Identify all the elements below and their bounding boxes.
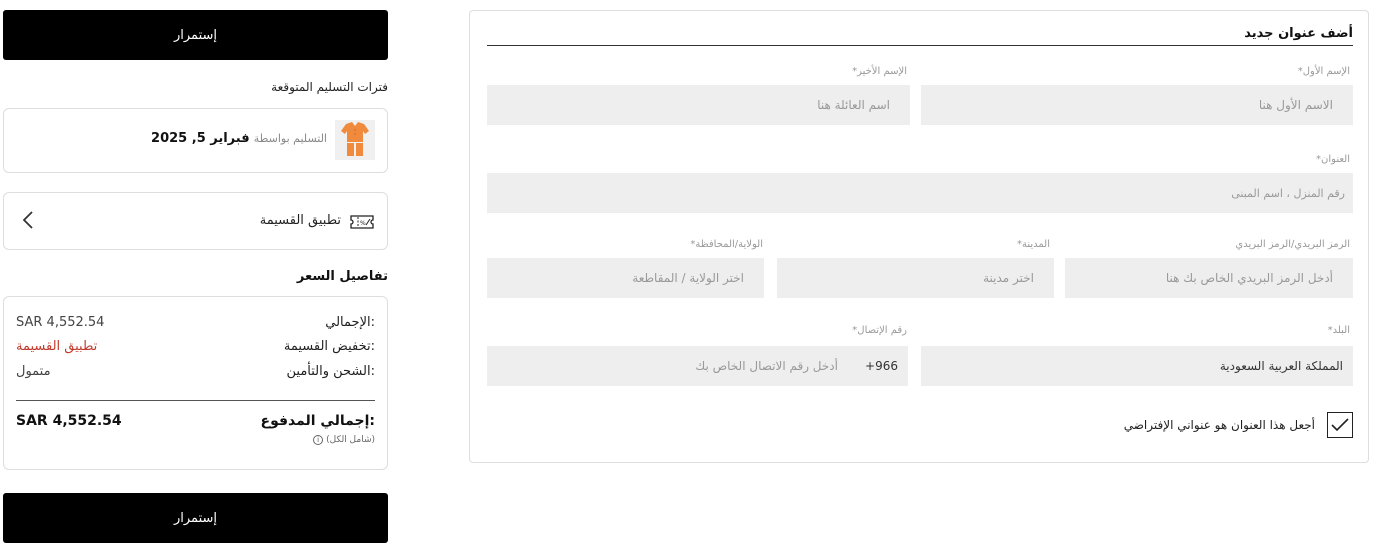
city-select[interactable]: اختر مدينة <box>777 258 1054 298</box>
delivery-card: التسليم بواسطة فبراير 5, 2025 <box>3 108 388 173</box>
default-address-checkbox[interactable] <box>1327 412 1353 438</box>
last-name-input[interactable]: اسم العائلة هنا <box>487 85 910 125</box>
city-label: *المدينة <box>1016 239 1050 250</box>
shipping-value: متمول <box>16 364 51 379</box>
first-name-label: *الإسم الأول <box>1297 66 1350 77</box>
price-details-title: تفاصيل السعر <box>296 269 388 284</box>
postal-code-label: الرمز البريدي/الرمز البريدي <box>1235 239 1350 250</box>
order-summary: إستمرار فترات التسليم المتوقعة التسليم ب… <box>3 10 388 543</box>
delivery-title: فترات التسليم المتوقعة <box>271 80 388 94</box>
apply-coupon-row[interactable]: % تطبيق القسيمة <box>3 192 388 250</box>
state-select[interactable]: اختر الولاية / المقاطعة <box>487 258 764 298</box>
shipping-label: الشحن والتأمين: <box>286 364 376 379</box>
last-name-label: *الإسم الأخير <box>852 66 907 77</box>
apply-coupon-label: تطبيق القسيمة <box>259 213 341 228</box>
continue-button-top[interactable]: إستمرار <box>3 10 388 60</box>
product-image-icon <box>341 122 369 156</box>
form-title-rule <box>487 45 1353 46</box>
continue-button-bottom[interactable]: إستمرار <box>3 493 388 543</box>
total-label: إجمالي المدفوع: <box>260 413 375 429</box>
new-address-form: أضف عنوان جديد *الإسم الأول الاسم الأول … <box>469 10 1369 463</box>
checkmark-icon <box>1331 418 1349 432</box>
delivery-prefix: التسليم بواسطة <box>253 132 327 145</box>
state-label: *الولاية/المحافظة <box>690 239 763 250</box>
phone-field[interactable]: +966 أدخل رقم الاتصال الخاص بك <box>487 346 908 386</box>
default-address-label: أجعل هذا العنوان هو عنواني الإفتراضي <box>1123 418 1315 432</box>
default-address-option[interactable]: أجعل هذا العنوان هو عنواني الإفتراضي <box>1124 412 1353 438</box>
delivery-estimate: التسليم بواسطة فبراير 5, 2025 <box>151 131 327 146</box>
subtotal-label: الإجمالي: <box>325 315 375 330</box>
total-row: SAR 4,552.54 إجمالي المدفوع: <box>16 413 375 429</box>
country-label: *البلد <box>1327 325 1350 336</box>
phone-label: *رقم الإتصال <box>852 325 907 336</box>
address-input[interactable]: رقم المنزل ، اسم المبنى <box>487 173 1353 213</box>
svg-text:%: % <box>360 220 366 227</box>
total-note-text: (شامل الكل) <box>326 435 375 445</box>
chevron-left-icon <box>22 210 34 235</box>
coupon-discount-label: تخفيض القسيمة: <box>283 339 375 354</box>
first-name-input[interactable]: الاسم الأول هنا <box>921 85 1353 125</box>
coupon-discount-row: تطبيق القسيمة تخفيض القسيمة: <box>16 339 375 354</box>
phone-input[interactable]: أدخل رقم الاتصال الخاص بك <box>695 359 838 373</box>
country-select[interactable]: المملكة العربية السعودية <box>921 346 1353 386</box>
info-icon[interactable]: i <box>313 435 324 445</box>
shipping-row: متمول الشحن والتأمين: <box>16 364 375 379</box>
price-details-card: SAR 4,552.54 الإجمالي: تطبيق القسيمة تخف… <box>3 296 388 470</box>
total-value: SAR 4,552.54 <box>16 413 122 429</box>
product-thumbnail <box>335 120 375 160</box>
delivery-date: فبراير 5, 2025 <box>151 131 250 146</box>
subtotal-row: SAR 4,552.54 الإجمالي: <box>16 315 375 330</box>
subtotal-value: SAR 4,552.54 <box>16 315 105 330</box>
address-label: *العنوان <box>1316 154 1350 165</box>
postal-code-input[interactable]: أدخل الرمز البريدي الخاص بك هنا <box>1065 258 1353 298</box>
price-divider <box>16 400 375 401</box>
apply-coupon-link[interactable]: تطبيق القسيمة <box>16 339 97 354</box>
form-title: أضف عنوان جديد <box>1244 26 1353 41</box>
total-note: i (شامل الكل) <box>313 435 375 445</box>
coupon-icon: % <box>349 212 375 236</box>
phone-country-code[interactable]: +966 <box>865 359 898 373</box>
